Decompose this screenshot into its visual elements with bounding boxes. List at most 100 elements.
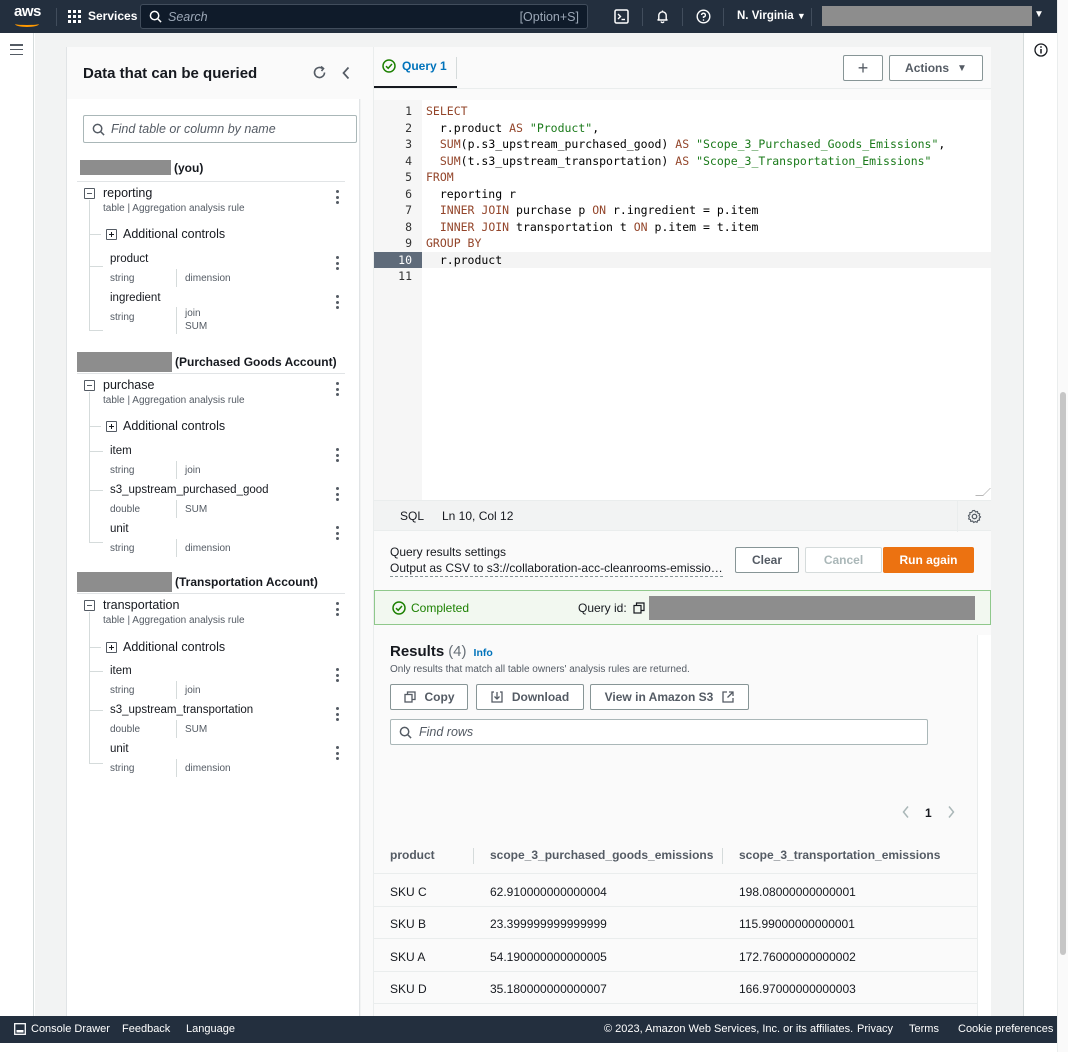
aws-logo[interactable]: aws [14, 4, 42, 29]
more-actions-icon[interactable] [335, 487, 339, 501]
table-name-purchase[interactable]: purchase [103, 378, 154, 392]
table-name-transportation[interactable]: transportation [103, 598, 179, 612]
language-link[interactable]: Language [186, 1023, 235, 1035]
column-header[interactable]: scope_3_purchased_goods_emissions [490, 848, 713, 862]
table-row[interactable]: SKU D 35.180000000000007 166.9700000000000… [374, 972, 977, 1004]
caret-down-icon[interactable]: ▼ [1034, 9, 1044, 20]
code-line[interactable]: SUM(t.s3_upstream_transportation) AS "Sc… [426, 153, 932, 170]
cookie-preferences-link[interactable]: Cookie preferences [958, 1023, 1053, 1035]
more-actions-icon[interactable] [335, 295, 339, 309]
more-actions-icon[interactable] [335, 448, 339, 462]
console-drawer-link[interactable]: Console Drawer [31, 1023, 110, 1035]
code-line[interactable]: r.product AS "Product", [426, 120, 599, 137]
divider [957, 501, 958, 532]
more-actions-icon[interactable] [335, 746, 339, 760]
table-row[interactable]: SKU C 62.910000000000004 198.0800000000000… [374, 875, 977, 907]
scrollbar-thumb[interactable] [1060, 392, 1066, 955]
code-line[interactable]: reporting r [426, 186, 516, 203]
clear-button[interactable]: Clear [735, 547, 799, 573]
aws-smile-icon [15, 21, 39, 27]
divider [56, 8, 57, 26]
add-query-tab-button[interactable]: + [843, 55, 883, 81]
privacy-link[interactable]: Privacy [857, 1023, 893, 1035]
expand-icon[interactable] [106, 229, 117, 240]
additional-controls-toggle[interactable]: Additional controls [123, 227, 225, 241]
account-menu-redacted[interactable] [822, 6, 1032, 26]
output-location[interactable]: Output as CSV to s3://collaboration-acc-… [390, 560, 723, 577]
code-line[interactable]: SUM(p.s3_upstream_purchased_good) AS "Sc… [426, 136, 945, 153]
resize-handle-icon[interactable] [975, 488, 991, 496]
more-actions-icon[interactable] [335, 668, 339, 682]
more-actions-icon[interactable] [335, 602, 339, 616]
additional-controls-toggle[interactable]: Additional controls [123, 640, 225, 654]
sql-keyword: SELECT [426, 104, 468, 118]
page-scrollbar[interactable] [1057, 0, 1068, 1052]
find-rows-input[interactable]: Find rows [390, 719, 928, 745]
column-resizer[interactable] [473, 848, 474, 864]
tab-query-1[interactable]: Query 1 [382, 59, 447, 73]
expand-icon[interactable] [106, 642, 117, 653]
current-page[interactable]: 1 [925, 806, 932, 820]
table-name-reporting[interactable]: reporting [103, 186, 152, 200]
sql-code-editor[interactable]: 1 2 3 4 5 6 7 8 9 10 11 SELECT r.product AS "Produ… [374, 100, 991, 500]
sql-token: , [592, 120, 600, 135]
additional-controls-toggle[interactable]: Additional controls [123, 419, 225, 433]
collapse-icon[interactable] [84, 188, 95, 199]
feedback-link[interactable]: Feedback [122, 1023, 170, 1035]
code-line[interactable]: INNER JOIN transportation t ON p.item = … [426, 219, 759, 236]
results-scrollbar[interactable] [977, 635, 991, 1016]
tree-line [89, 200, 90, 330]
find-table-column-input[interactable]: Find table or column by name [83, 115, 357, 143]
sql-keyword: AS [509, 120, 523, 135]
gear-icon[interactable] [967, 509, 982, 524]
previous-page-icon[interactable] [901, 805, 911, 819]
column-header[interactable]: product [390, 848, 435, 862]
results-description: Only results that match all table owners… [390, 664, 690, 675]
global-search-input[interactable]: Search [Option+S] [140, 4, 588, 29]
code-line[interactable]: r.product [426, 252, 502, 269]
region-selector[interactable]: N. Virginia ▼ [737, 10, 806, 22]
run-again-button[interactable]: Run again [883, 547, 974, 573]
console-drawer-icon[interactable] [14, 1023, 26, 1035]
bell-icon[interactable] [654, 8, 670, 24]
collapse-panel-icon[interactable] [341, 66, 351, 80]
more-actions-icon[interactable] [335, 190, 339, 204]
hamburger-menu-icon[interactable] [10, 44, 23, 55]
more-actions-icon[interactable] [335, 526, 339, 540]
actions-dropdown-button[interactable]: Actions ▼ [889, 55, 983, 81]
collapse-icon[interactable] [84, 600, 95, 611]
divider [723, 8, 724, 26]
copy-button[interactable]: Copy [390, 684, 468, 710]
info-link[interactable]: Info [474, 647, 493, 659]
line-number: 8 [405, 219, 412, 234]
view-in-s3-button[interactable]: View in Amazon S3 [590, 684, 749, 710]
column-resizer[interactable] [722, 848, 723, 864]
copy-icon[interactable] [633, 602, 645, 614]
tree-line [89, 542, 103, 543]
more-actions-icon[interactable] [335, 256, 339, 270]
services-menu-button[interactable]: Services [68, 9, 137, 23]
next-page-icon[interactable] [946, 805, 956, 819]
help-icon[interactable] [695, 8, 711, 24]
download-button[interactable]: Download [476, 684, 584, 710]
code-line[interactable]: GROUP BY [426, 235, 481, 252]
column-header[interactable]: scope_3_transportation_emissions [739, 848, 940, 862]
code-line[interactable]: INNER JOIN purchase p ON r.ingredient = … [426, 202, 759, 219]
code-line[interactable]: FROM [426, 169, 454, 186]
info-icon[interactable] [1034, 43, 1048, 57]
panel-resize-handle[interactable] [361, 47, 374, 1016]
cancel-button[interactable]: Cancel [805, 547, 882, 573]
table-row[interactable]: SKU B 23.399999999999999 115.9900000000000… [374, 907, 977, 940]
code-line[interactable]: SELECT [426, 103, 468, 120]
expand-icon[interactable] [106, 421, 117, 432]
table-row[interactable]: SKU A 54.190000000000005 172.7600000000000… [374, 940, 977, 972]
cloudshell-icon[interactable] [613, 8, 629, 24]
more-actions-icon[interactable] [335, 707, 339, 721]
top-navigation: aws Services Search [Option+S] N. Virgin… [0, 0, 1057, 33]
collapse-icon[interactable] [84, 380, 95, 391]
terms-link[interactable]: Terms [909, 1023, 939, 1035]
more-actions-icon[interactable] [335, 382, 339, 396]
sql-token: (t.s3_upstream_transportation) [460, 153, 676, 168]
refresh-icon[interactable] [312, 65, 327, 80]
